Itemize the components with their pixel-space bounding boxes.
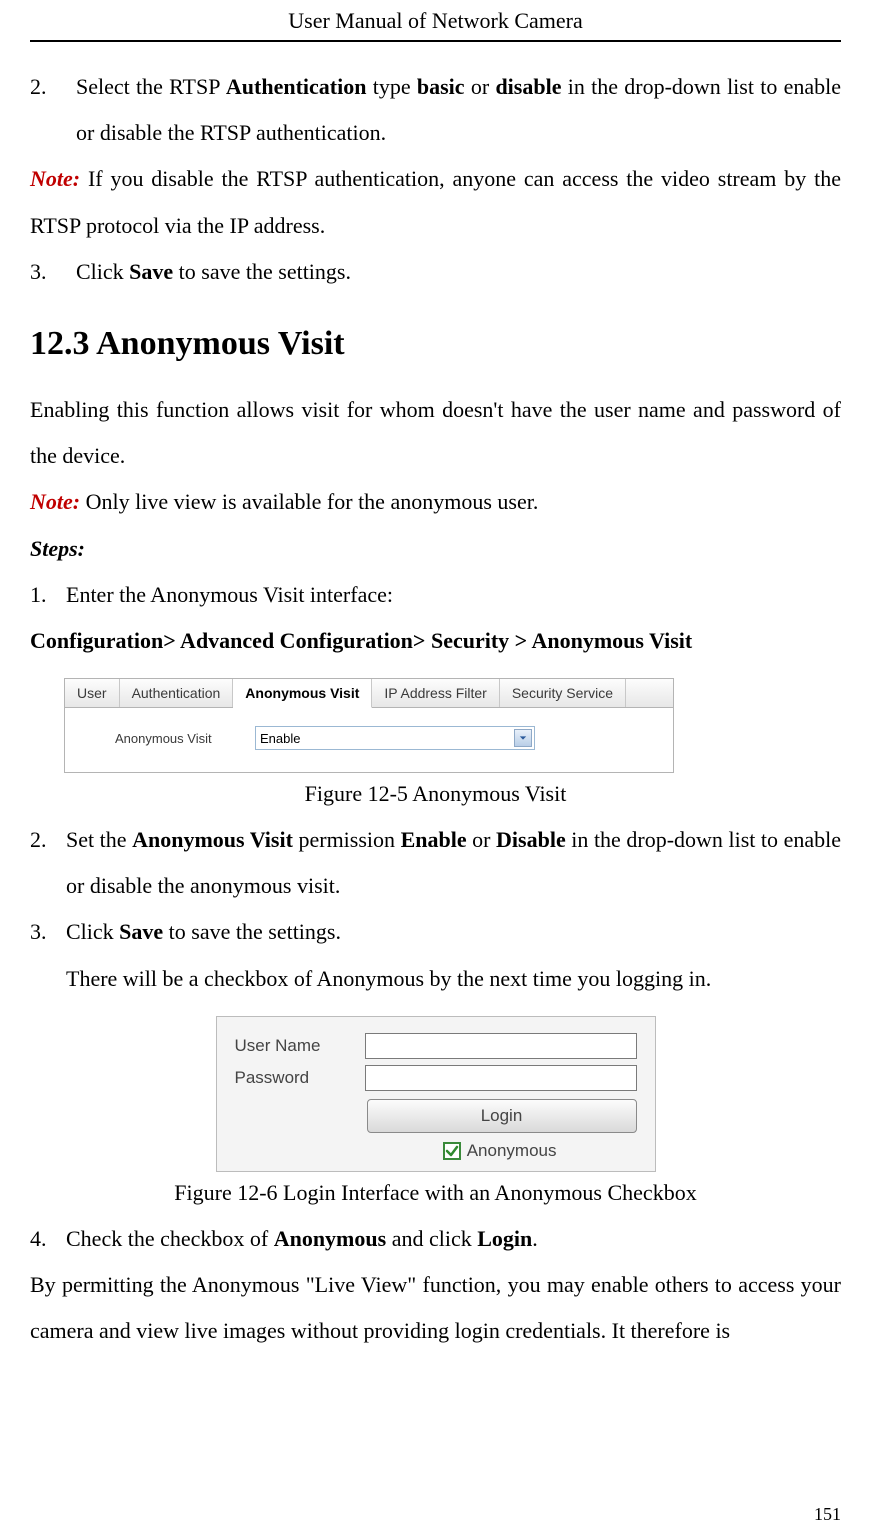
t2e: or [465, 74, 496, 99]
password-label: Password [235, 1068, 365, 1088]
t2d: basic [417, 74, 465, 99]
step3-extra: There will be a checkbox of Anonymous by… [30, 956, 841, 1002]
list-text-3: Click Save to save the settings. [76, 249, 841, 295]
s4c: and click [386, 1226, 477, 1251]
section-title: Anonymous Visit [96, 325, 344, 362]
list-text-2: Select the RTSP Authentication type basi… [76, 64, 841, 156]
s4a: Check the checkbox of [66, 1226, 274, 1251]
note2-text: Only live view is available for the anon… [80, 489, 538, 514]
t3b: Save [129, 259, 173, 284]
page-number: 151 [814, 1504, 841, 1525]
anonymous-checkbox[interactable] [443, 1142, 461, 1160]
figure-12-5: User Authentication Anonymous Visit IP A… [64, 678, 674, 773]
tab-ip-address-filter[interactable]: IP Address Filter [372, 679, 499, 707]
username-input[interactable] [365, 1033, 637, 1059]
step3-number: 3. [30, 909, 66, 955]
s2a: Set the [66, 827, 132, 852]
s2e: or [467, 827, 496, 852]
section-num: 12.3 [30, 325, 90, 362]
step4-number: 4. [30, 1216, 66, 1262]
note-label: Note: [30, 166, 80, 191]
s2c: permission [293, 827, 401, 852]
s4d: Login [477, 1226, 532, 1251]
s4b: Anonymous [274, 1226, 386, 1251]
s2d: Enable [401, 827, 467, 852]
password-input[interactable] [365, 1065, 637, 1091]
s2b: Anonymous Visit [132, 827, 293, 852]
s3b: Save [119, 919, 163, 944]
tab-bar: User Authentication Anonymous Visit IP A… [65, 679, 673, 708]
anonymous-checkbox-label: Anonymous [467, 1141, 557, 1161]
note-liveview: Note: Only live view is available for th… [30, 479, 841, 525]
figure-12-5-caption: Figure 12-5 Anonymous Visit [30, 781, 841, 807]
note2-label: Note: [30, 489, 80, 514]
tab-authentication[interactable]: Authentication [120, 679, 234, 707]
figure-12-6: User Name Password Login Anonymous [216, 1016, 656, 1172]
tab-anonymous-visit[interactable]: Anonymous Visit [233, 679, 372, 708]
tab-user[interactable]: User [65, 679, 120, 707]
step1-text: Enter the Anonymous Visit interface: [66, 572, 841, 618]
username-label: User Name [235, 1036, 365, 1056]
list-number-3: 3. [30, 249, 76, 295]
s3a: Click [66, 919, 119, 944]
select-value: Enable [260, 731, 300, 746]
t3c: to save the settings. [173, 259, 351, 284]
step1-number: 1. [30, 572, 66, 618]
t2f: disable [495, 74, 561, 99]
s2f: Disable [496, 827, 566, 852]
permit-paragraph: By permitting the Anonymous "Live View" … [30, 1262, 841, 1354]
steps-label: Steps: [30, 526, 841, 572]
login-button[interactable]: Login [367, 1099, 637, 1133]
chevron-down-icon[interactable] [514, 729, 532, 747]
t2c: type [366, 74, 416, 99]
anonymous-visit-select[interactable]: Enable [255, 726, 535, 750]
step4-text: Check the checkbox of Anonymous and clic… [66, 1216, 841, 1262]
note-rtsp: Note: If you disable the RTSP authentica… [30, 156, 841, 248]
nav-path: Configuration> Advanced Configuration> S… [30, 618, 841, 664]
note-text: If you disable the RTSP authentication, … [30, 166, 841, 237]
list-number-2: 2. [30, 64, 76, 156]
page-header-title: User Manual of Network Camera [30, 0, 841, 42]
step3-text: Click Save to save the settings. [66, 909, 841, 955]
anonymous-visit-label: Anonymous Visit [115, 731, 255, 746]
t2b: Authentication [226, 74, 367, 99]
section-heading: 12.3 Anonymous Visit [30, 325, 841, 363]
section-intro: Enabling this function allows visit for … [30, 387, 841, 479]
t3a: Click [76, 259, 129, 284]
step2-number: 2. [30, 817, 66, 909]
figure-12-6-caption: Figure 12-6 Login Interface with an Anon… [30, 1180, 841, 1206]
t2a: Select the RTSP [76, 74, 226, 99]
step2-text: Set the Anonymous Visit permission Enabl… [66, 817, 841, 909]
s3c: to save the settings. [163, 919, 341, 944]
tab-security-service[interactable]: Security Service [500, 679, 626, 707]
s4e: . [532, 1226, 538, 1251]
